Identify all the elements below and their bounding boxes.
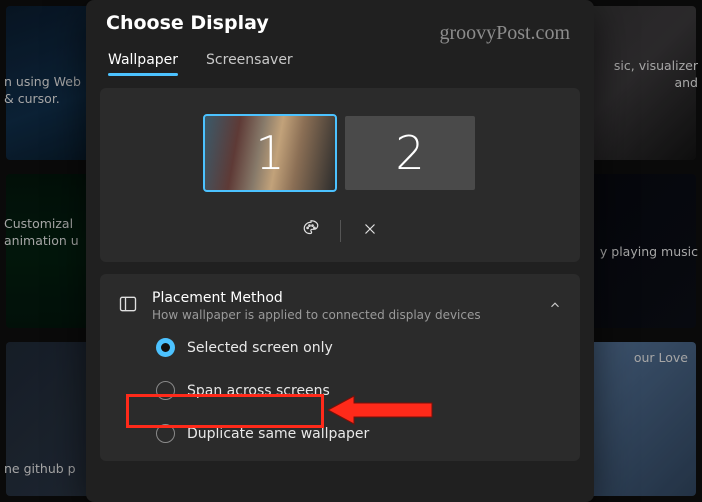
option-selected-screen-only[interactable]: Selected screen only (148, 334, 341, 361)
monitor-row: 1 2 (205, 116, 475, 190)
monitor-actions (282, 214, 399, 248)
radio-label: Duplicate same wallpaper (187, 426, 369, 442)
bg-caption: n using Web & cursor. (4, 74, 90, 108)
palette-icon (302, 220, 320, 242)
bg-caption: our Love (634, 350, 688, 367)
bg-caption: ne github p (4, 461, 94, 478)
close-icon (361, 220, 379, 242)
tab-label: Screensaver (206, 52, 293, 68)
placement-title: Placement Method (152, 290, 534, 306)
layout-icon (118, 294, 138, 318)
dialog-title: Choose Display (86, 0, 594, 40)
bg-caption: Customizal animation u (4, 216, 90, 250)
placement-subtitle: How wallpaper is applied to connected di… (152, 308, 534, 322)
tabs: Wallpaper Screensaver (86, 40, 594, 78)
chevron-up-icon (548, 297, 562, 316)
customize-button[interactable] (282, 214, 340, 248)
radio-icon (156, 424, 175, 443)
remove-button[interactable] (341, 214, 399, 248)
placement-text: Placement Method How wallpaper is applie… (152, 290, 534, 322)
monitor-number: 1 (255, 126, 284, 180)
monitor-2[interactable]: 2 (345, 116, 475, 190)
option-span-across-screens[interactable]: Span across screens (148, 377, 338, 404)
option-duplicate-same-wallpaper[interactable]: Duplicate same wallpaper (148, 420, 377, 447)
tab-wallpaper[interactable]: Wallpaper (108, 46, 178, 78)
placement-section: Placement Method How wallpaper is applie… (100, 274, 580, 461)
bg-caption: y playing music (598, 244, 698, 261)
radio-icon (156, 381, 175, 400)
display-picker: 1 2 (100, 88, 580, 262)
radio-label: Span across screens (187, 383, 330, 399)
tab-screensaver[interactable]: Screensaver (206, 46, 293, 78)
monitor-number: 2 (395, 126, 424, 180)
choose-display-dialog: Choose Display groovyPost.com Wallpaper … (86, 0, 594, 502)
monitor-1[interactable]: 1 (205, 116, 335, 190)
radio-label: Selected screen only (187, 340, 333, 356)
radio-icon (156, 338, 175, 357)
placement-options: Selected screen only Span across screens… (100, 332, 580, 447)
bg-caption: sic, visualizer and (604, 58, 698, 92)
placement-header[interactable]: Placement Method How wallpaper is applie… (100, 278, 580, 332)
tab-label: Wallpaper (108, 52, 178, 68)
